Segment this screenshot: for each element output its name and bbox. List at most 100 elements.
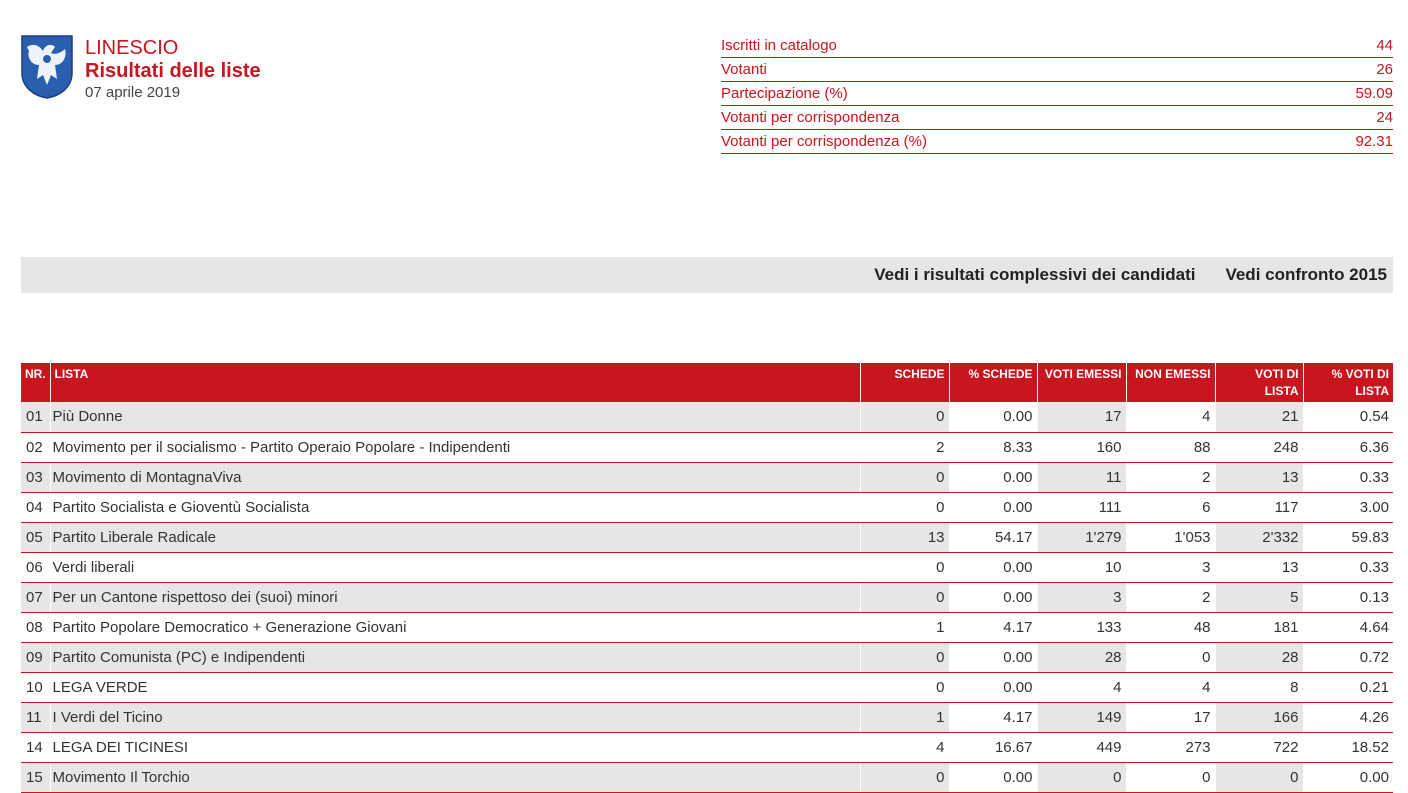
comparison-2015-link[interactable]: Vedi confronto 2015 — [1225, 265, 1387, 285]
voti-emessi-value: 0 — [1037, 762, 1127, 793]
list-name: Più Donne — [50, 402, 861, 433]
stat-row-voters: Votanti 26 — [721, 59, 1393, 82]
table-row[interactable]: 01 Più Donne 0 0.00 17 4 21 0.54 — [21, 402, 1393, 433]
table-row[interactable]: 10 LEGA VERDE 0 0.00 4 4 8 0.21 — [21, 672, 1393, 703]
pct-schede-value: 0.00 — [949, 462, 1038, 493]
pct-schede-value: 16.67 — [949, 732, 1038, 763]
voti-emessi-value: 4 — [1037, 672, 1127, 703]
column-header-non-emessi[interactable]: NON EMESSI — [1126, 363, 1216, 402]
list-name: I Verdi del Ticino — [50, 702, 861, 733]
list-number: 03 — [21, 462, 51, 493]
stat-value: 59.09 — [1355, 85, 1393, 102]
schede-value: 13 — [860, 522, 950, 553]
list-name: Partito Socialista e Gioventù Socialista — [50, 492, 861, 523]
stat-value: 24 — [1376, 109, 1393, 126]
table-row[interactable]: 09 Partito Comunista (PC) e Indipendenti 0… — [21, 642, 1393, 673]
election-date: 07 aprile 2019 — [85, 84, 181, 101]
list-name: Movimento di MontagnaViva — [50, 462, 861, 493]
list-name: Partito Liberale Radicale — [50, 522, 861, 553]
non-emessi-value: 2 — [1126, 462, 1216, 493]
column-header-lista[interactable]: LISTA — [50, 363, 861, 402]
column-header-schede[interactable]: SCHEDE — [860, 363, 950, 402]
list-number: 08 — [21, 612, 51, 643]
stat-label: Votanti — [721, 61, 767, 78]
pct-voti-lista-value: 0.54 — [1303, 402, 1393, 433]
schede-value: 4 — [860, 732, 950, 763]
stat-row-postal-voters-pct: Votanti per corrispondenza (%) 92.31 — [721, 131, 1393, 154]
schede-value: 2 — [860, 432, 950, 463]
pct-voti-lista-value: 4.64 — [1303, 612, 1393, 643]
schede-value: 1 — [860, 612, 950, 643]
table-row[interactable]: 05 Partito Liberale Radicale 13 54.17 1'279 1… — [21, 522, 1393, 553]
schede-value: 0 — [860, 552, 950, 583]
pct-schede-value: 4.17 — [949, 702, 1038, 733]
pct-voti-lista-value: 0.00 — [1303, 762, 1393, 793]
list-name: Movimento per il socialismo - Partito Op… — [50, 432, 861, 463]
voti-lista-value: 5 — [1215, 582, 1304, 613]
pct-schede-value: 0.00 — [949, 672, 1038, 703]
list-name: LEGA VERDE — [50, 672, 861, 703]
pct-schede-value: 8.33 — [949, 432, 1038, 463]
pct-voti-lista-value: 3.00 — [1303, 492, 1393, 523]
table-row[interactable]: 06 Verdi liberali 0 0.00 10 3 13 0.33 — [21, 552, 1393, 583]
column-header-pct-voti-lista[interactable]: % VOTI DI LISTA — [1303, 363, 1393, 402]
stat-row-registered: Iscritti in catalogo 44 — [721, 35, 1393, 58]
voti-lista-value: 13 — [1215, 552, 1304, 583]
table-row[interactable]: 11 I Verdi del Ticino 1 4.17 149 17 166 4.26 — [21, 702, 1393, 733]
non-emessi-value: 0 — [1126, 642, 1216, 673]
voti-emessi-value: 149 — [1037, 702, 1127, 733]
voti-emessi-value: 133 — [1037, 612, 1127, 643]
voti-emessi-value: 17 — [1037, 402, 1127, 433]
pct-schede-value: 0.00 — [949, 582, 1038, 613]
list-name: Partito Popolare Democratico + Generazio… — [50, 612, 861, 643]
non-emessi-value: 2 — [1126, 582, 1216, 613]
voti-lista-value: 21 — [1215, 402, 1304, 433]
list-number: 06 — [21, 552, 51, 583]
pct-schede-value: 0.00 — [949, 552, 1038, 583]
pct-voti-lista-value: 0.33 — [1303, 552, 1393, 583]
list-number: 09 — [21, 642, 51, 673]
stat-value: 92.31 — [1355, 133, 1393, 150]
list-number: 05 — [21, 522, 51, 553]
pct-schede-value: 0.00 — [949, 402, 1038, 433]
schede-value: 0 — [860, 582, 950, 613]
table-row[interactable]: 14 LEGA DEI TICINESI 4 16.67 449 273 722 18.52 — [21, 732, 1393, 763]
list-number: 14 — [21, 732, 51, 763]
schede-value: 0 — [860, 762, 950, 793]
table-row[interactable]: 03 Movimento di MontagnaViva 0 0.00 11 2 13 0.3… — [21, 462, 1393, 493]
pct-schede-value: 4.17 — [949, 612, 1038, 643]
voti-emessi-value: 11 — [1037, 462, 1127, 493]
candidates-results-link[interactable]: Vedi i risultati complessivi dei candida… — [874, 265, 1195, 285]
table-header-row: Nr. LISTA SCHEDE % SCHEDE VOTI EMESSI NO… — [21, 363, 1393, 402]
column-header-pct-schede[interactable]: % SCHEDE — [949, 363, 1038, 402]
list-number: 02 — [21, 432, 51, 463]
column-header-nr[interactable]: Nr. — [21, 363, 51, 402]
list-number: 07 — [21, 582, 51, 613]
pct-voti-lista-value: 6.36 — [1303, 432, 1393, 463]
stat-row-postal-voters: Votanti per corrispondenza 24 — [721, 107, 1393, 130]
table-row[interactable]: 04 Partito Socialista e Gioventù Socialis… — [21, 492, 1393, 523]
table-row[interactable]: 15 Movimento Il Torchio 0 0.00 0 0 0 0.00 — [21, 762, 1393, 793]
pct-schede-value: 0.00 — [949, 492, 1038, 523]
voti-lista-value: 181 — [1215, 612, 1304, 643]
table-body: 01 Più Donne 0 0.00 17 4 21 0.54 02 Movimento per… — [21, 402, 1393, 793]
pct-voti-lista-value: 0.33 — [1303, 462, 1393, 493]
coat-of-arms-icon — [21, 35, 73, 99]
column-header-voti-lista[interactable]: VOTI DI LISTA — [1215, 363, 1304, 402]
stat-value: 44 — [1376, 37, 1393, 54]
list-name: Partito Comunista (PC) e Indipendenti — [50, 642, 861, 673]
pct-voti-lista-value: 59.83 — [1303, 522, 1393, 553]
turnout-stats: Iscritti in catalogo 44 Votanti 26 Parte… — [721, 35, 1393, 155]
stat-label: Partecipazione (%) — [721, 85, 848, 102]
pct-voti-lista-value: 0.13 — [1303, 582, 1393, 613]
table-row[interactable]: 07 Per un Cantone rispettoso dei (suoi) m… — [21, 582, 1393, 613]
stat-label: Iscritti in catalogo — [721, 37, 837, 54]
schede-value: 0 — [860, 492, 950, 523]
column-header-voti-emessi[interactable]: VOTI EMESSI — [1037, 363, 1127, 402]
list-name: LEGA DEI TICINESI — [50, 732, 861, 763]
non-emessi-value: 4 — [1126, 672, 1216, 703]
non-emessi-value: 0 — [1126, 762, 1216, 793]
table-row[interactable]: 02 Movimento per il socialismo - Partito … — [21, 432, 1393, 463]
voti-lista-value: 13 — [1215, 462, 1304, 493]
table-row[interactable]: 08 Partito Popolare Democratico + Generaz… — [21, 612, 1393, 643]
